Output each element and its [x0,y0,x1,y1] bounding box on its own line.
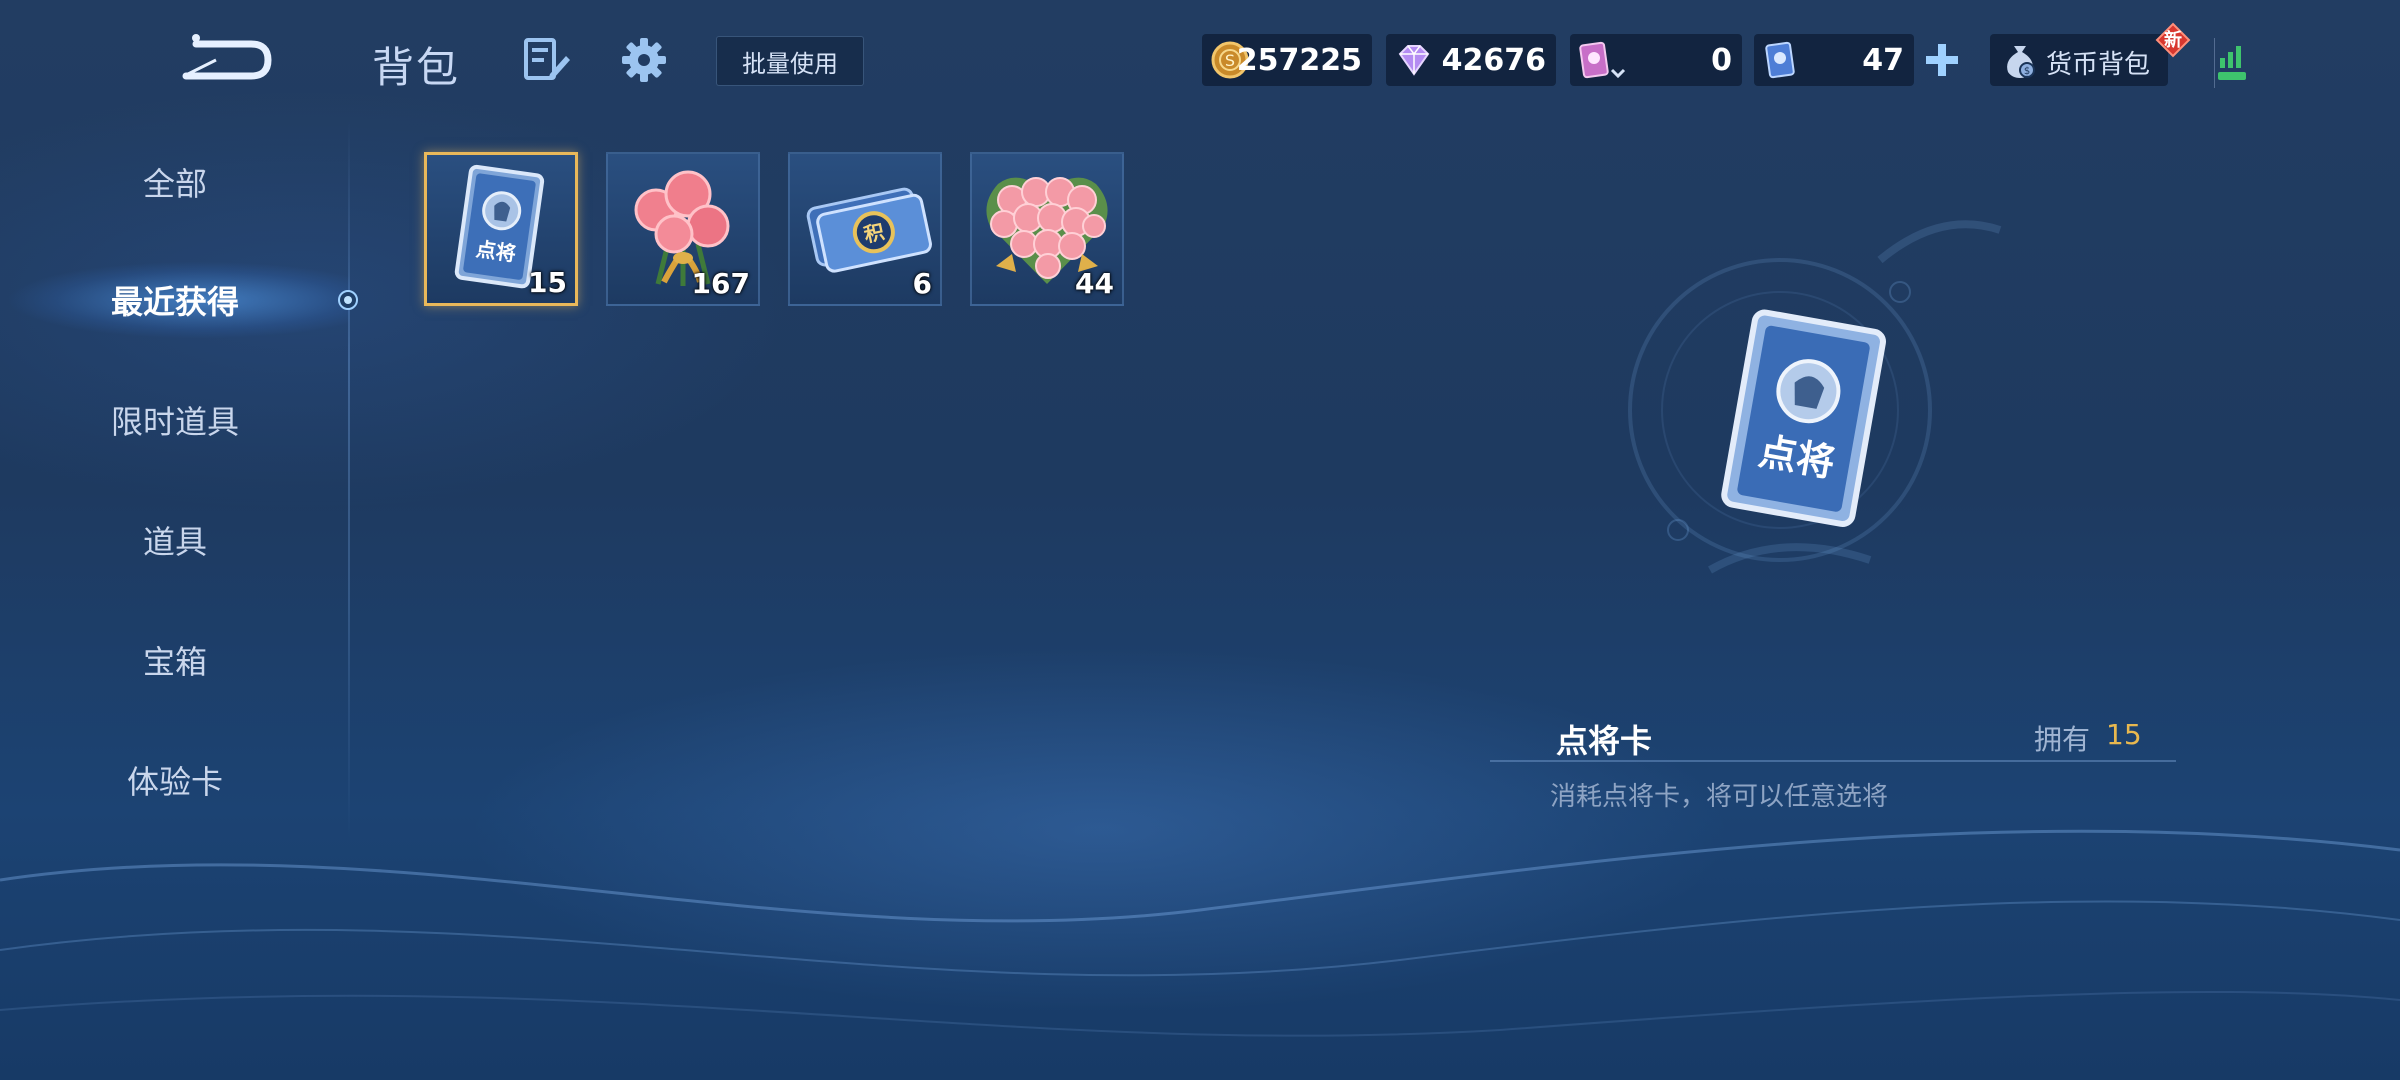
money-bag-icon: $ [2007,46,2035,78]
top-bar: 背包 批量使用 S 257225 42676 0 47 $ 货币背包 新 [0,0,2400,120]
item-slot-points-ticket[interactable]: 积 6 [788,152,942,306]
batch-use-button[interactable]: 批量使用 [716,36,864,86]
gold-coin-value: 257225 [1236,42,1362,78]
item-count: 167 [691,267,750,300]
diamond-counter: 42676 [1386,34,1556,86]
settings-gear-icon[interactable] [618,34,670,86]
item-slot-hero-card[interactable]: 点将 15 [424,152,578,306]
sidebar-item-label: 最近获得 [110,283,239,321]
detail-divider [1490,760,2176,762]
sidebar-item-label: 限时道具 [110,403,239,441]
new-badge-text: 新 [2164,30,2182,51]
purple-card-icon [1579,41,1626,79]
sidebar-item-label: 道具 [142,523,207,561]
add-currency-plus-icon[interactable] [1922,38,1962,82]
active-indicator-dot [338,290,358,310]
svg-text:S: S [1225,51,1235,70]
owned-label: 拥有 [2034,723,2091,756]
item-count: 15 [528,266,567,299]
blue-card-value: 47 [1862,42,1904,78]
sidebar-item-props[interactable]: 道具 [0,500,350,580]
item-detail-description: 消耗点将卡，将可以任意选将 [1550,782,1889,812]
svg-text:$: $ [2024,66,2030,77]
diamond-value: 42676 [1441,42,1546,78]
sidebar-item-label: 体验卡 [126,763,223,801]
blue-card-icon [1765,41,1795,79]
purple-card-counter[interactable]: 0 [1570,34,1742,86]
network-signal-icon [2214,38,2246,88]
purple-card-value: 0 [1711,42,1732,78]
sidebar-item-chest[interactable]: 宝箱 [0,620,350,700]
sidebar-item-all[interactable]: 全部 [0,142,350,222]
page-title: 背包 [372,43,461,92]
back-icon[interactable] [176,30,276,86]
sidebar-item-label: 全部 [142,165,207,203]
sidebar-item-trial-card[interactable]: 体验卡 [0,740,350,820]
background-wave [0,829,2400,1037]
owned-count: 15 [2106,718,2142,751]
new-badge: 新 [2155,22,2191,58]
item-slot-rose-bouquet[interactable]: 167 [606,152,760,306]
currency-wallet-label: 货币背包 [2046,50,2151,80]
diamond-icon [1398,45,1430,76]
item-slot-rose-heart[interactable]: 44 [970,152,1124,306]
edit-list-icon[interactable] [520,34,572,86]
item-count: 44 [1075,267,1114,300]
sidebar-item-recent[interactable]: 最近获得 [0,260,350,340]
item-detail-name: 点将卡 [1556,722,1653,760]
category-sidebar: 全部 最近获得 限时道具 道具 宝箱 体验卡 [0,120,358,840]
item-detail-illustration: 点将 [1628,220,2002,574]
item-count: 6 [912,267,932,300]
blue-card-counter: 47 [1754,34,1914,86]
sidebar-item-limited[interactable]: 限时道具 [0,380,350,460]
gold-coin-counter: S 257225 [1202,34,1372,86]
currency-wallet-button[interactable]: $ 货币背包 [1990,34,2168,86]
sidebar-item-label: 宝箱 [142,643,207,681]
